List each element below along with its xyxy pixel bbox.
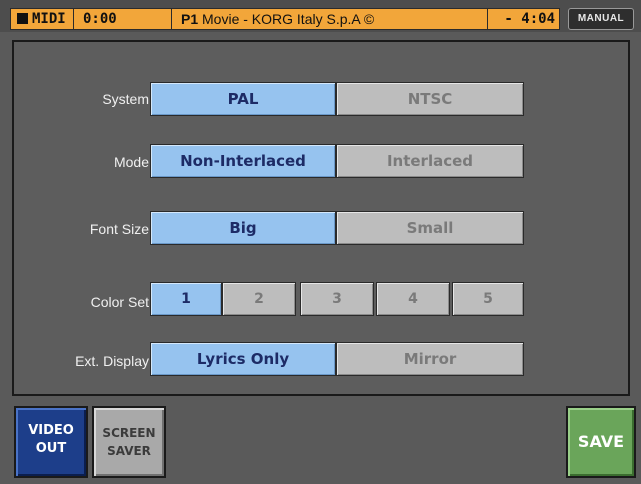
color-set-label: Color Set — [90, 294, 149, 310]
song-prefix: P1 — [181, 11, 199, 27]
tab-video-out[interactable]: VIDEO OUT — [14, 406, 88, 478]
tab-video-out-line2: OUT — [35, 441, 67, 456]
video-settings-panel: System PAL NTSC Mode Non-Interlaced Inte… — [12, 40, 630, 396]
midi-label: MIDI — [32, 11, 66, 27]
status-bar: MIDI 0:00 P1 Movie - KORG Italy S.p.A © … — [0, 0, 641, 32]
system-label: System — [102, 91, 149, 107]
song-info-bar: MIDI 0:00 P1 Movie - KORG Italy S.p.A © … — [10, 8, 560, 30]
ext-display-mirror-button[interactable]: Mirror — [336, 342, 524, 376]
mode-interlaced-button[interactable]: Interlaced — [336, 144, 524, 178]
tab-screen-saver-line2: SAVER — [107, 444, 151, 458]
song-name: Movie - KORG Italy S.p.A © — [202, 11, 375, 27]
color-set-2-button[interactable]: 2 — [222, 282, 296, 316]
elapsed-time: 0:00 — [83, 11, 117, 27]
color-set-5-button[interactable]: 5 — [452, 282, 524, 316]
color-set-3-button[interactable]: 3 — [300, 282, 374, 316]
mode-non-interlaced-button[interactable]: Non-Interlaced — [150, 144, 336, 178]
midi-indicator-icon — [17, 13, 28, 24]
divider — [73, 9, 74, 29]
manual-mode-button[interactable]: MANUAL — [568, 8, 634, 30]
color-set-4-button[interactable]: 4 — [376, 282, 450, 316]
mode-label: Mode — [113, 154, 149, 170]
divider — [487, 9, 488, 29]
save-button[interactable]: SAVE — [566, 406, 636, 478]
font-size-small-button[interactable]: Small — [336, 211, 524, 245]
system-pal-button[interactable]: PAL — [150, 82, 336, 116]
song-title: P1 Movie - KORG Italy S.p.A © — [181, 9, 374, 29]
font-size-label: Font Size — [89, 221, 149, 237]
system-ntsc-button[interactable]: NTSC — [336, 82, 524, 116]
tab-screen-saver-line1: SCREEN — [102, 426, 156, 440]
remaining-time: - 4:04 — [504, 11, 555, 27]
tab-screen-saver[interactable]: SCREEN SAVER — [92, 406, 166, 478]
font-size-big-button[interactable]: Big — [150, 211, 336, 245]
tab-video-out-line1: VIDEO — [28, 423, 74, 438]
divider — [171, 9, 172, 29]
color-set-1-button[interactable]: 1 — [150, 282, 222, 316]
ext-display-label: Ext. Display — [75, 353, 149, 369]
ext-display-lyrics-only-button[interactable]: Lyrics Only — [150, 342, 336, 376]
